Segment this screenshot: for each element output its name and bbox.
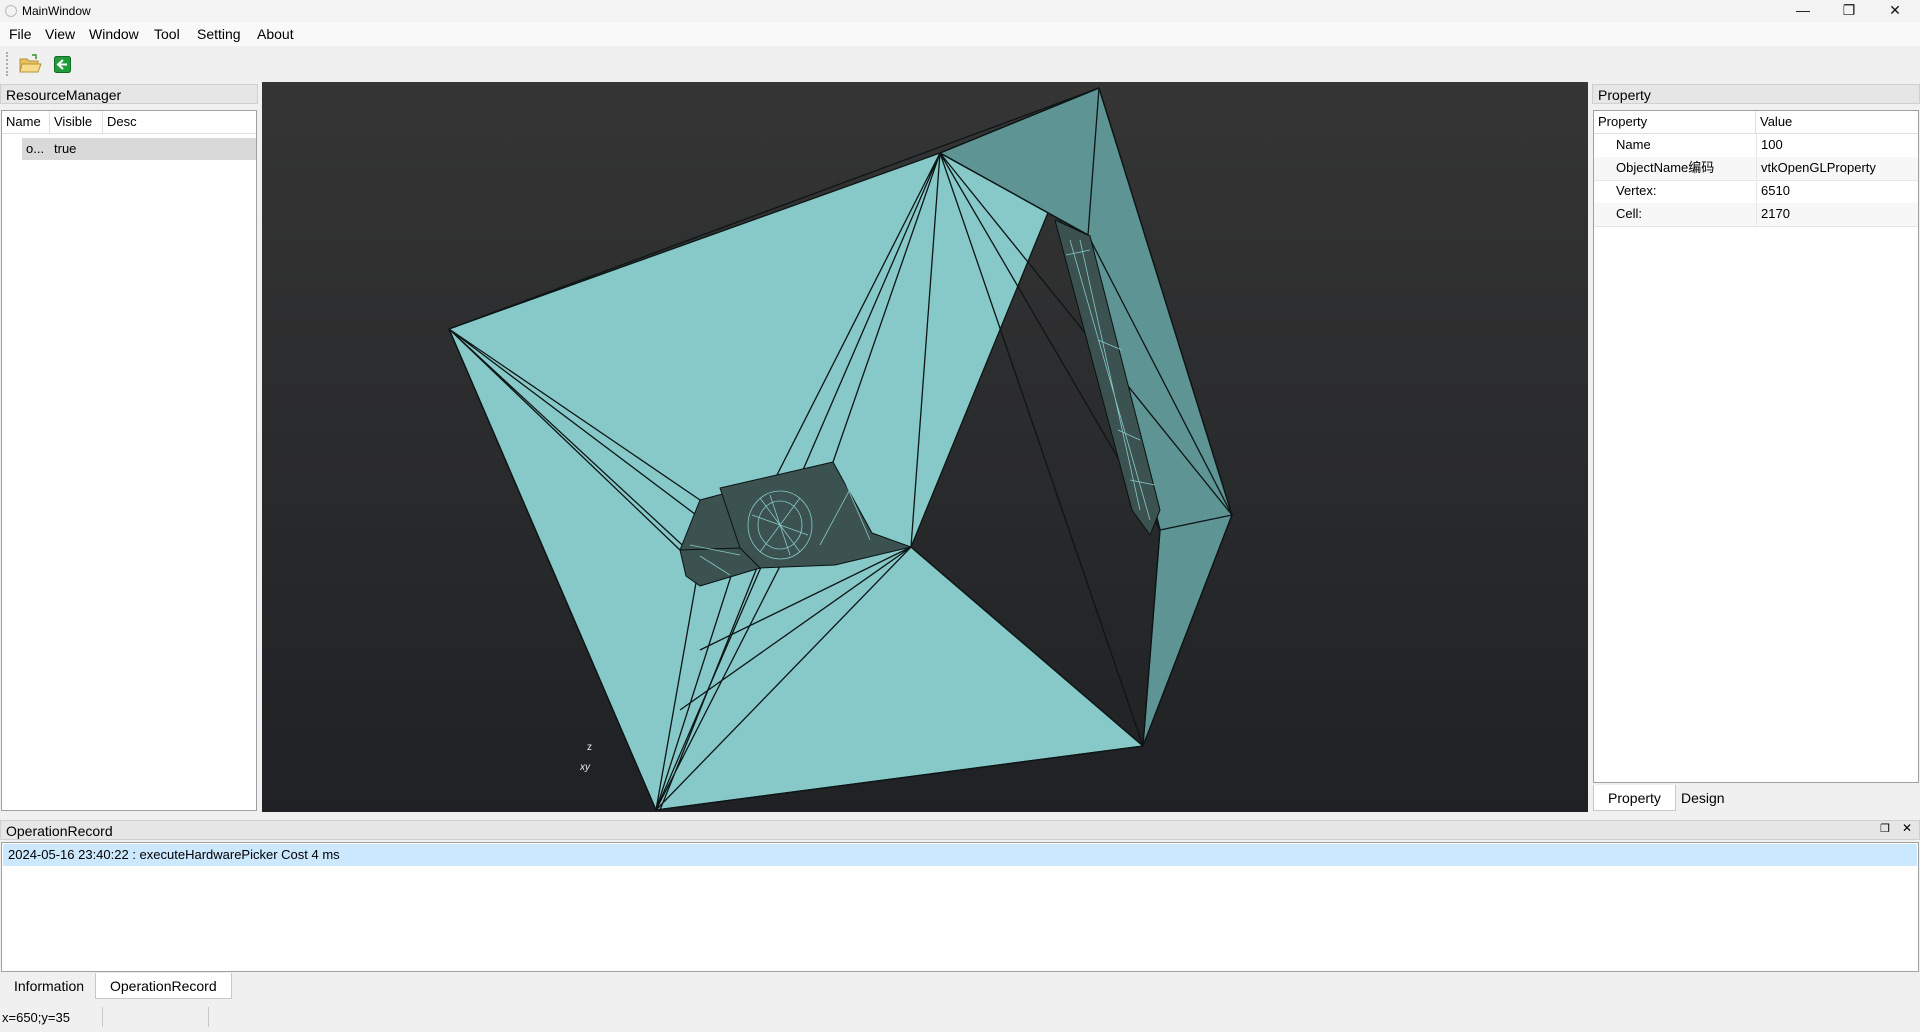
log-entry[interactable]: 2024-05-16 23:40:22 : executeHardwarePic… [3,844,1917,866]
property-key: Name [1616,137,1651,152]
column-value[interactable]: Value [1756,111,1918,133]
row-visible: true [54,141,77,156]
status-separator [208,1007,209,1027]
window-title: MainWindow [22,4,91,18]
property-value: vtkOpenGLProperty [1756,157,1918,179]
arrow-back-icon[interactable] [54,56,71,73]
property-value: 6510 [1756,180,1918,202]
property-table[interactable]: Property Value Name 100 ObjectName编码 vtk… [1593,110,1919,783]
status-separator [102,1007,103,1027]
toolbar [0,47,1920,82]
column-name[interactable]: Name [2,111,50,133]
property-tabbar: Property Design [1593,785,1919,812]
property-key: ObjectName编码 [1616,160,1715,175]
tab-information[interactable]: Information [0,973,98,999]
property-row[interactable]: Cell: 2170 [1594,203,1918,227]
operation-record-title: OperationRecord [0,820,1920,840]
close-button[interactable]: ✕ [1872,0,1918,22]
menu-view[interactable]: View [45,26,75,42]
minimize-button[interactable]: — [1780,0,1826,22]
menu-setting[interactable]: Setting [197,26,241,42]
cursor-coordinates: x=650;y=35 [2,1010,70,1025]
float-dock-icon[interactable]: ❐ [1880,822,1890,835]
axis-label-xy: xy [580,762,590,773]
app-icon [5,5,17,17]
property-key: Cell: [1616,206,1643,221]
tab-property[interactable]: Property [1593,785,1676,811]
property-row[interactable]: Name 100 [1594,134,1918,158]
menu-tool[interactable]: Tool [154,26,180,42]
maximize-button[interactable]: ❐ [1826,0,1872,22]
column-desc[interactable]: Desc [103,111,256,133]
resource-manager-tree[interactable]: Name Visible Desc o... true [1,110,257,811]
property-key: Vertex: [1616,183,1657,198]
property-value: 2170 [1756,203,1918,225]
tree-header: Name Visible Desc [2,111,256,134]
bottom-tabbar: Information OperationRecord [0,973,1920,1001]
status-bar: x=650;y=35 [0,1003,1920,1032]
mesh-render [448,87,1233,811]
column-visible[interactable]: Visible [50,111,103,133]
menu-file[interactable]: File [9,26,32,42]
tab-operation-record[interactable]: OperationRecord [95,973,232,999]
operation-record-list[interactable]: 2024-05-16 23:40:22 : executeHardwarePic… [1,842,1919,972]
folder-open-icon[interactable] [18,53,42,75]
property-table-header: Property Value [1594,111,1918,134]
toolbar-grip[interactable] [6,52,11,76]
menu-window[interactable]: Window [89,26,139,42]
property-row[interactable]: Vertex: 6510 [1594,180,1918,204]
title-bar: MainWindow — ❐ ✕ [0,0,1920,22]
close-dock-icon[interactable]: ✕ [1902,821,1912,835]
property-row[interactable]: ObjectName编码 vtkOpenGLProperty [1594,157,1918,181]
property-dock-title: Property [1592,84,1920,104]
menu-bar: File View Window Tool Setting About [0,22,1920,46]
tree-row[interactable]: o... true [22,138,256,160]
tab-design[interactable]: Design [1667,785,1739,811]
column-property[interactable]: Property [1594,111,1756,133]
property-value: 100 [1756,134,1918,156]
render-viewport[interactable]: z xy [262,82,1588,812]
menu-about[interactable]: About [257,26,294,42]
axis-label-z: z [587,742,592,753]
resource-manager-title: ResourceManager [0,84,258,104]
row-name: o... [26,141,45,156]
